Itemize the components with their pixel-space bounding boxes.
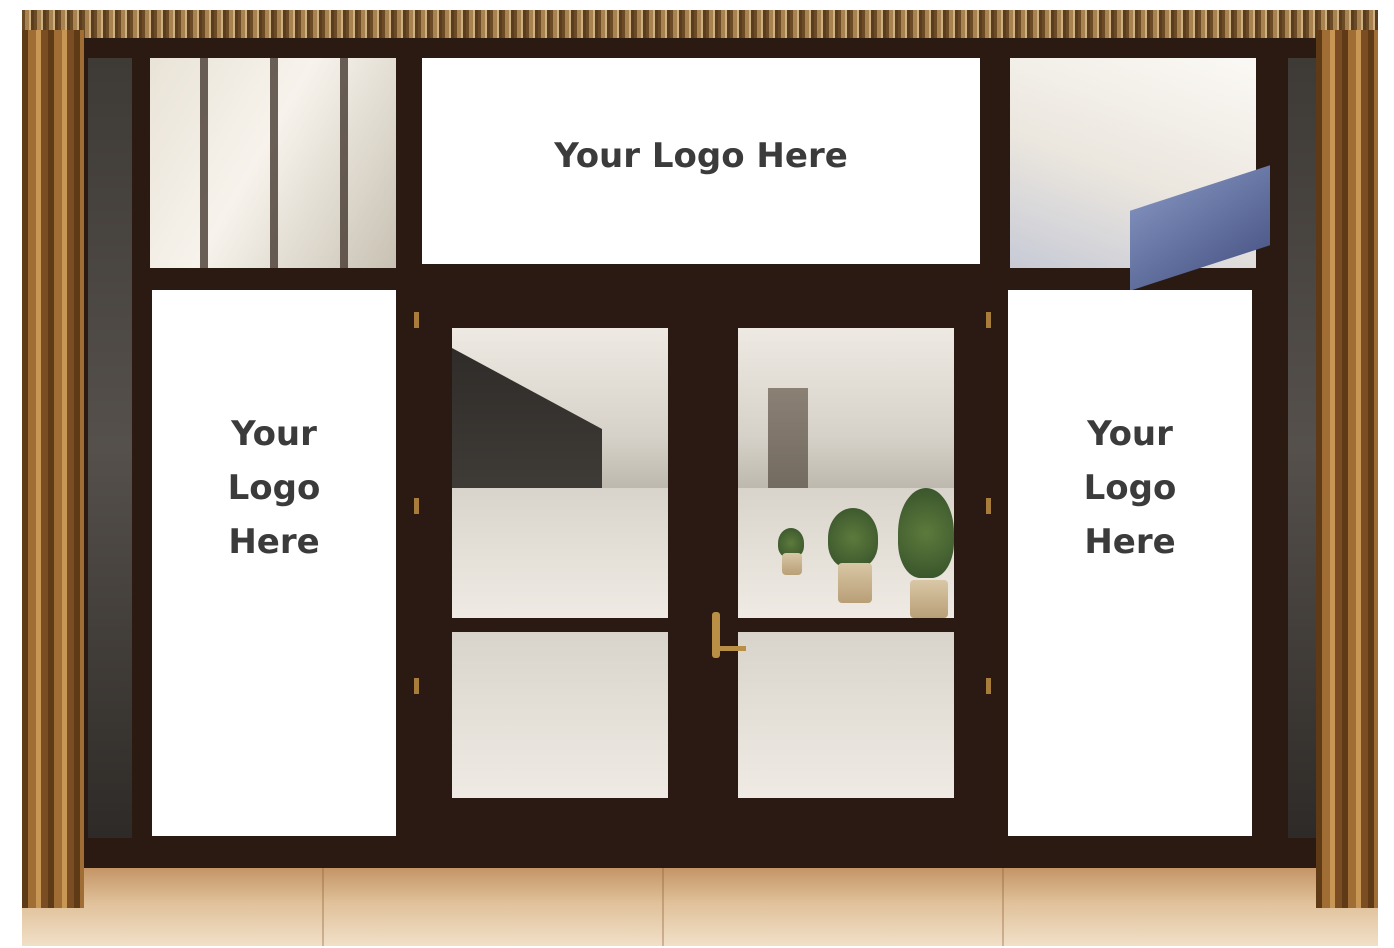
door-handle[interactable]	[712, 612, 720, 658]
storefront-photo: Your Logo Here Your Logo Here Your Logo …	[22, 10, 1378, 946]
right-edge-glass	[1288, 58, 1316, 838]
hinge	[414, 498, 419, 514]
right-curtain	[1316, 30, 1378, 908]
hinge	[414, 678, 419, 694]
floor-seam	[1002, 868, 1004, 946]
hinge	[986, 498, 991, 514]
right-transom-window	[1010, 58, 1270, 291]
left-transom-window	[150, 58, 396, 268]
left-curtain	[22, 30, 84, 908]
right-logo-line: Logo	[1083, 468, 1177, 508]
right-logo-line: Your	[1087, 414, 1173, 454]
top-logo-text: Your Logo Here	[554, 136, 848, 176]
left-logo-line: Here	[228, 522, 320, 562]
floor-seam	[662, 868, 664, 946]
right-logo-sign: Your Logo Here	[1008, 290, 1252, 836]
hinge	[986, 678, 991, 694]
hinge	[414, 312, 419, 328]
curtain-valance	[22, 10, 1378, 40]
hinge	[986, 312, 991, 328]
left-logo-sign: Your Logo Here	[152, 290, 396, 836]
floor-seam	[322, 868, 324, 946]
left-door-lower-glass	[452, 632, 668, 798]
left-logo-line: Your	[231, 414, 317, 454]
right-logo-line: Here	[1084, 522, 1176, 562]
left-door-upper-glass	[452, 328, 668, 618]
door-handle-lever[interactable]	[712, 646, 746, 651]
top-logo-sign: Your Logo Here	[422, 58, 980, 264]
left-edge-glass	[88, 58, 132, 838]
right-door-upper-glass	[738, 328, 954, 618]
right-door-lower-glass	[738, 632, 954, 798]
marble-floor	[22, 868, 1378, 946]
left-logo-line: Logo	[227, 468, 321, 508]
